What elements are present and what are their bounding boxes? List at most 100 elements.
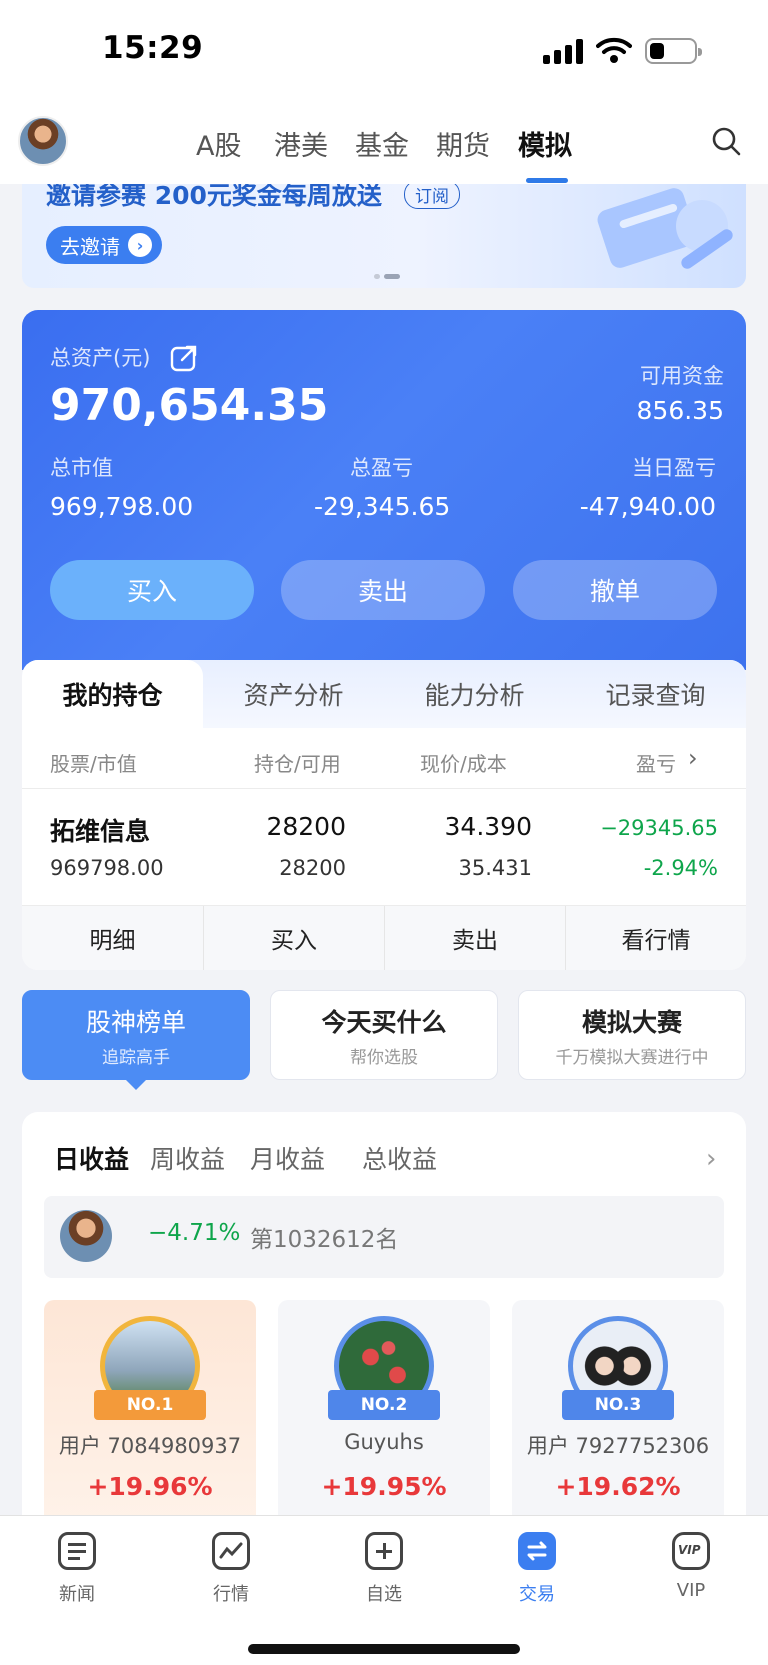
total-assets-value: 970,654.35 (50, 380, 329, 431)
user-avatar[interactable] (18, 116, 68, 166)
card-title: 股神榜单 (85, 1007, 186, 1037)
tab-label: 行情 (213, 1584, 249, 1605)
invite-button[interactable]: 去邀请 › (46, 226, 162, 264)
carousel-dots (374, 274, 400, 279)
my-rank-row[interactable]: −4.71% 第1032612名 (44, 1196, 724, 1278)
total-pl-value: -29,345.65 (314, 492, 451, 521)
cost-price: 35.431 (458, 856, 532, 880)
stock-market-value: 969798.00 (50, 856, 164, 880)
active-tab-indicator (526, 178, 568, 183)
tab-label: VIP (676, 1580, 706, 1601)
card-title: 今天买什么 (321, 1007, 447, 1037)
tab-record-query[interactable]: 记录查询 (565, 660, 746, 728)
card-pointer (124, 1078, 148, 1090)
header-position-available: 持仓/可用 (254, 752, 341, 776)
tab-label: 自选 (366, 1584, 402, 1605)
banner-subscribe-tag[interactable]: 订阅 (404, 184, 460, 209)
user-name: 用户 7927752306 (526, 1434, 710, 1458)
daily-pl-value: -47,940.00 (579, 492, 716, 521)
header-pl: 盈亏 (636, 752, 676, 776)
total-pl-label: 总盈亏 (350, 456, 413, 480)
chevron-right-icon[interactable]: › (688, 744, 698, 772)
search-icon[interactable] (711, 126, 741, 156)
status-time: 15:29 (102, 30, 204, 66)
card-subtitle: 千万模拟大赛进行中 (555, 1047, 709, 1068)
market-icon (212, 1532, 250, 1570)
current-price: 34.390 (444, 812, 532, 841)
user-return: +19.62% (555, 1472, 681, 1501)
tab-watchlist[interactable]: 自选 (329, 1532, 439, 1606)
my-rank: 第1032612名 (250, 1227, 399, 1253)
tab-ability-analysis[interactable]: 能力分析 (384, 660, 565, 728)
stock-name: 拓维信息 (50, 817, 151, 846)
available: 28200 (279, 856, 346, 880)
nav-tab-simulation[interactable]: 模拟 (518, 124, 572, 163)
tab-total-return[interactable]: 总收益 (362, 1140, 437, 1176)
trade-icon (518, 1532, 556, 1570)
bottom-tab-bar: 新闻 行情 自选 交易 VIP VIP (0, 1515, 768, 1665)
market-value-label: 总市值 (50, 456, 113, 480)
position: 28200 (266, 812, 346, 841)
promo-banner[interactable]: 邀请参赛 200元奖金每周放送 订阅 去邀请 › (22, 184, 746, 288)
header-stock-value: 股票/市值 (50, 752, 137, 776)
tab-monthly-return[interactable]: 月收益 (250, 1140, 325, 1176)
header-price-cost: 现价/成本 (420, 752, 507, 776)
status-bar: 15:29 (0, 0, 768, 100)
arrow-right-icon: › (128, 233, 152, 257)
daily-pl-label: 当日盈亏 (632, 456, 716, 480)
available-funds-value: 856.35 (636, 396, 724, 425)
tab-vip[interactable]: VIP VIP (636, 1532, 746, 1601)
sell-button[interactable]: 卖出 (281, 560, 485, 620)
cellular-signal-icon (543, 38, 587, 64)
detail-button[interactable]: 明细 (22, 906, 203, 970)
nav-tab-hk-us[interactable]: 港美 (274, 124, 328, 163)
buy-button[interactable]: 买入 (50, 560, 254, 620)
row-sell-button[interactable]: 卖出 (384, 906, 565, 970)
tab-asset-analysis[interactable]: 资产分析 (203, 660, 384, 728)
news-icon (58, 1532, 96, 1570)
my-return: −4.71% (148, 1220, 241, 1246)
card-top-traders[interactable]: 股神榜单 追踪高手 (22, 990, 250, 1080)
rank-badge: NO.2 (328, 1390, 440, 1420)
ranking-panel: 日收益 周收益 月收益 总收益 › −4.71% 第1032612名 NO.1 … (22, 1112, 746, 1552)
row-buy-button[interactable]: 买入 (203, 906, 384, 970)
user-return: +19.96% (87, 1472, 213, 1501)
share-icon[interactable] (170, 344, 198, 372)
market-value: 969,798.00 (50, 492, 194, 521)
chevron-right-icon[interactable]: › (706, 1144, 716, 1174)
tab-daily-return[interactable]: 日收益 (54, 1140, 129, 1176)
tab-market[interactable]: 行情 (176, 1532, 286, 1606)
avatar (60, 1210, 112, 1262)
banner-illustration (597, 188, 733, 269)
holdings-panel: 我的持仓 资产分析 能力分析 记录查询 股票/市值 持仓/可用 现价/成本 盈亏… (22, 660, 746, 970)
user-name: 用户 7084980937 (58, 1434, 242, 1458)
tab-news[interactable]: 新闻 (22, 1532, 132, 1606)
tab-trade[interactable]: 交易 (482, 1532, 592, 1606)
nav-tab-a-shares[interactable]: A股 (196, 124, 241, 163)
battery-icon (645, 38, 702, 64)
vip-icon: VIP (672, 1532, 710, 1570)
home-indicator (248, 1644, 520, 1654)
cancel-order-button[interactable]: 撤单 (513, 560, 717, 620)
user-name: Guyuhs (344, 1430, 424, 1454)
holdings-tabs: 我的持仓 资产分析 能力分析 记录查询 (22, 660, 746, 728)
divider (22, 788, 746, 789)
pl-amount: −29345.65 (600, 816, 718, 840)
card-contest[interactable]: 模拟大赛 千万模拟大赛进行中 (518, 990, 746, 1080)
invite-button-label: 去邀请 (60, 234, 120, 259)
tab-label: 新闻 (59, 1584, 95, 1605)
tab-my-positions[interactable]: 我的持仓 (22, 660, 203, 728)
rank-badge: NO.1 (94, 1390, 206, 1420)
watchlist-icon (365, 1532, 403, 1570)
top-nav: A股 港美 基金 期货 模拟 (0, 100, 768, 184)
total-assets-label: 总资产(元) (50, 346, 151, 370)
card-subtitle: 帮你选股 (350, 1047, 418, 1068)
tab-label: 交易 (519, 1584, 555, 1605)
user-return: +19.95% (321, 1472, 447, 1501)
nav-tab-funds[interactable]: 基金 (355, 124, 409, 163)
tab-weekly-return[interactable]: 周收益 (150, 1140, 225, 1176)
card-subtitle: 追踪高手 (102, 1047, 170, 1068)
view-quote-button[interactable]: 看行情 (565, 906, 746, 970)
card-what-to-buy[interactable]: 今天买什么 帮你选股 (270, 990, 498, 1080)
nav-tab-futures[interactable]: 期货 (436, 124, 490, 163)
